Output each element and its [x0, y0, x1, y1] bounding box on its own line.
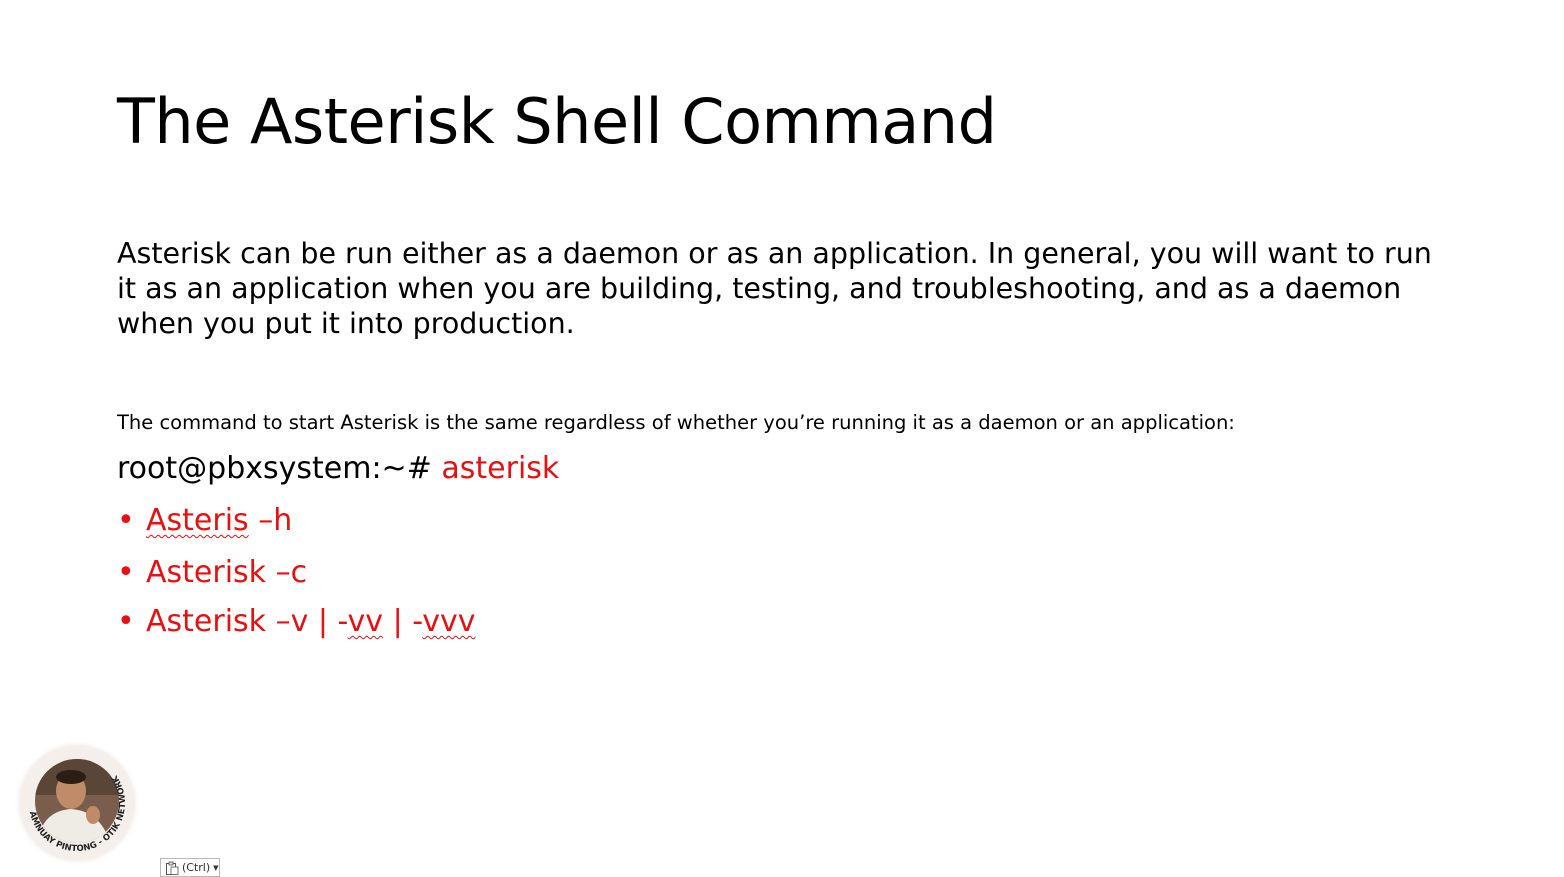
presenter-avatar[interactable]: AMNUAY PINTONG - OTIK NETWORK — [19, 745, 135, 861]
bullet-text: Asterisk –c — [146, 555, 308, 590]
presenter-avatar-graphic: AMNUAY PINTONG - OTIK NETWORK — [21, 747, 133, 859]
bullet-item[interactable]: • Asterisk –v | -vv | -vvv — [117, 603, 476, 641]
clipboard-icon — [166, 861, 179, 875]
dropdown-arrow-icon: ▼ — [213, 863, 219, 872]
command-text: asterisk — [441, 451, 560, 486]
bullet-item[interactable]: • Asterisk –c — [117, 554, 476, 592]
bullet-marker: • — [117, 604, 135, 639]
command-line[interactable]: root@pbxsystem:~# asterisk — [117, 450, 559, 488]
paste-options-button[interactable]: (Ctrl) ▼ — [160, 858, 220, 877]
misspelled-word: Asteris — [146, 503, 249, 538]
bullet-list[interactable]: • Asteris –h • Asterisk –c • Asterisk –v… — [117, 500, 476, 641]
slide-paragraph[interactable]: Asterisk can be run either as a daemon o… — [117, 236, 1447, 341]
slide-canvas: The Asterisk Shell Command Asterisk can … — [0, 0, 1564, 877]
slide-note[interactable]: The command to start Asterisk is the sam… — [117, 410, 1235, 436]
bullet-item[interactable]: • Asteris –h — [117, 502, 476, 540]
bullet-text: –h — [248, 503, 293, 538]
command-prompt: root@pbxsystem:~# — [117, 451, 442, 486]
slide-title[interactable]: The Asterisk Shell Command — [117, 82, 997, 162]
bullet-text: | - — [383, 604, 423, 639]
misspelled-word: vv — [347, 604, 384, 639]
bullet-marker: • — [117, 503, 135, 538]
bullet-text: Asterisk –v | - — [146, 604, 348, 639]
bullet-marker: • — [117, 555, 135, 590]
paste-options-label: (Ctrl) — [182, 861, 211, 874]
misspelled-word: vvv — [422, 604, 476, 639]
